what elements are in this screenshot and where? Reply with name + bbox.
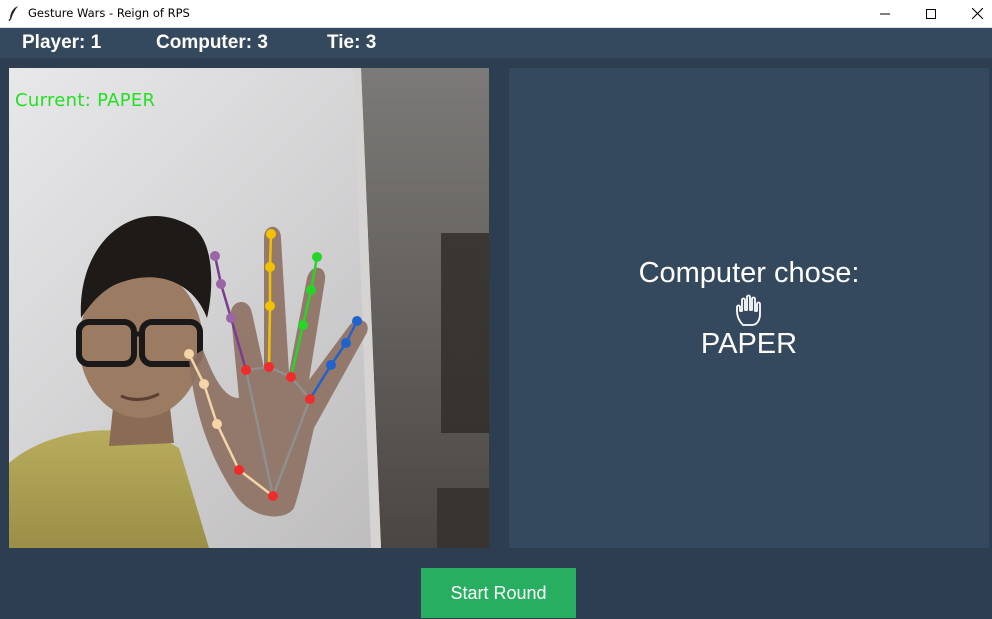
feather-icon: [7, 5, 21, 22]
scoreboard: Player: 1 Computer: 3 Tie: 3: [0, 28, 992, 58]
close-icon: [971, 8, 983, 19]
current-gesture-label: Current: PAPER: [15, 90, 156, 111]
player-score: Player: 1: [22, 32, 102, 53]
raised-hand-icon: [509, 294, 989, 326]
minimize-button[interactable]: [862, 0, 908, 27]
close-button[interactable]: [954, 0, 992, 27]
minimize-icon: [880, 13, 890, 14]
computer-choice-panel: Computer chose: PAPER: [509, 68, 989, 548]
tie-score: Tie: 3: [327, 32, 377, 53]
computer-choice-value: PAPER: [700, 328, 798, 360]
maximize-button[interactable]: [908, 0, 954, 27]
computer-score: Computer: 3: [156, 32, 268, 53]
title-bar: Gesture Wars - Reign of RPS: [0, 0, 992, 28]
webcam-image: [9, 68, 489, 548]
camera-feed: Current: PAPER: [9, 68, 489, 548]
computer-chose-heading: Computer chose:: [638, 257, 860, 289]
window-title: Gesture Wars - Reign of RPS: [28, 6, 190, 20]
maximize-icon: [926, 8, 936, 19]
start-round-button[interactable]: Start Round: [421, 568, 576, 618]
